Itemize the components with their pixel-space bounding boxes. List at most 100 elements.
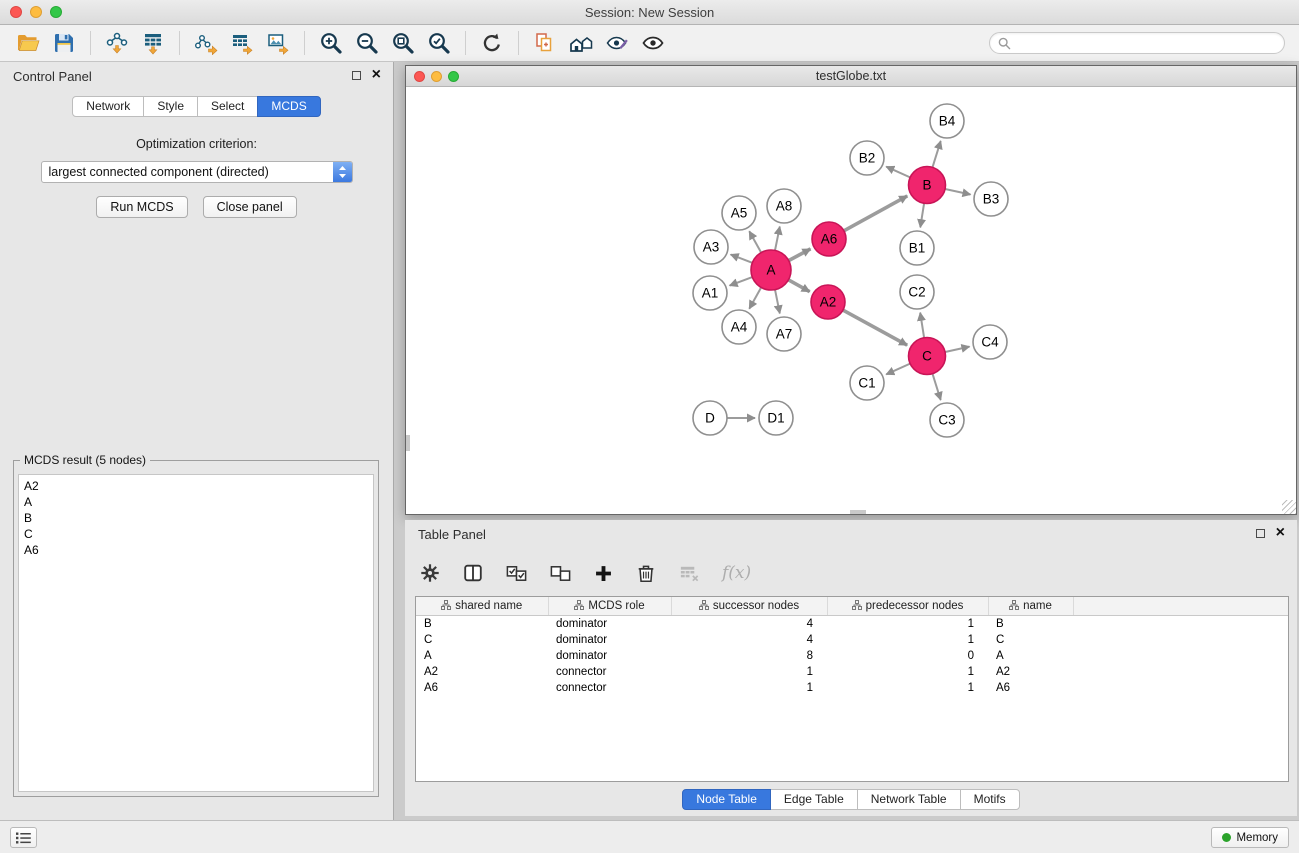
first-neighbors-button[interactable]	[563, 28, 599, 58]
function-builder-button[interactable]: f(x)	[722, 563, 751, 583]
delete-columns-button[interactable]	[635, 562, 657, 584]
cell-predecessor-nodes[interactable]: 1	[827, 615, 988, 632]
node-C3[interactable]: C3	[930, 403, 964, 437]
table-row[interactable]: Adominator80A	[416, 648, 1288, 664]
zoom-in-button[interactable]	[313, 28, 349, 58]
edge-B-B2[interactable]	[886, 167, 910, 178]
new-network-from-selection-button[interactable]	[527, 28, 563, 58]
cell-name[interactable]: C	[988, 632, 1073, 648]
close-table-panel-icon[interactable]: ×	[1276, 527, 1285, 539]
zoom-network-window-button[interactable]	[448, 71, 459, 82]
cell-mcds-role[interactable]: connector	[548, 680, 671, 696]
run-mcds-button[interactable]: Run MCDS	[96, 196, 187, 218]
edge-C-C3[interactable]	[933, 374, 941, 400]
table-tab-edge-table[interactable]: Edge Table	[770, 789, 858, 810]
table-row[interactable]: Bdominator41B	[416, 615, 1288, 632]
control-tab-mcds[interactable]: MCDS	[257, 96, 320, 117]
column-header-mcds-role[interactable]: MCDS role	[548, 597, 671, 615]
column-header-shared-name[interactable]: shared name	[416, 597, 548, 615]
resize-corner[interactable]	[1282, 500, 1296, 514]
import-table-button[interactable]	[135, 28, 171, 58]
edge-A-A7[interactable]	[775, 290, 780, 314]
cell-mcds-role[interactable]: dominator	[548, 615, 671, 632]
column-header-predecessor-nodes[interactable]: predecessor nodes	[827, 597, 988, 615]
float-panel-icon[interactable]	[352, 71, 361, 80]
export-table-button[interactable]	[224, 28, 260, 58]
mcds-result-item[interactable]: B	[19, 510, 373, 526]
table-tab-network-table[interactable]: Network Table	[857, 789, 961, 810]
zoom-fit-button[interactable]	[385, 28, 421, 58]
cell-name[interactable]: A6	[988, 680, 1073, 696]
mcds-result-item[interactable]: C	[19, 526, 373, 542]
panel-toggle-button[interactable]	[10, 827, 37, 848]
cell-shared-name[interactable]: A	[416, 648, 548, 664]
table-tab-node-table[interactable]: Node Table	[682, 789, 771, 810]
node-D1[interactable]: D1	[759, 401, 793, 435]
column-header-successor-nodes[interactable]: successor nodes	[671, 597, 827, 615]
edge-A2-C[interactable]	[843, 310, 907, 345]
import-network-button[interactable]	[99, 28, 135, 58]
memory-button[interactable]: Memory	[1211, 827, 1289, 848]
cell-mcds-role[interactable]: dominator	[548, 632, 671, 648]
control-tab-style[interactable]: Style	[143, 96, 198, 117]
zoom-window-button[interactable]	[50, 6, 62, 18]
edge-A-A6[interactable]	[789, 249, 811, 261]
node-A8[interactable]: A8	[767, 189, 801, 223]
mcds-result-item[interactable]: A2	[19, 475, 373, 494]
cell-predecessor-nodes[interactable]: 1	[827, 632, 988, 648]
close-panel-button[interactable]: Close panel	[203, 196, 297, 218]
table-row[interactable]: Cdominator41C	[416, 632, 1288, 648]
add-column-button[interactable]	[593, 563, 614, 584]
edge-A-A5[interactable]	[749, 231, 761, 252]
network-graph[interactable]: B4B2BB3A5A8A6A3AB1A1A2C2A4A7C4CC1C3DD1	[406, 87, 1296, 513]
mcds-result-item[interactable]: A6	[19, 542, 373, 558]
search-input[interactable]	[1016, 36, 1276, 50]
edge-C-C2[interactable]	[920, 313, 924, 338]
apply-layout-button[interactable]	[474, 28, 510, 58]
network-canvas[interactable]: B4B2BB3A5A8A6A3AB1A1A2C2A4A7C4CC1C3DD1	[406, 87, 1296, 514]
open-session-button[interactable]	[10, 28, 46, 58]
node-C[interactable]: C	[909, 338, 946, 375]
cell-successor-nodes[interactable]: 8	[671, 648, 827, 664]
node-B3[interactable]: B3	[974, 182, 1008, 216]
cell-shared-name[interactable]: A6	[416, 680, 548, 696]
node-A6[interactable]: A6	[812, 222, 846, 256]
table-settings-button[interactable]	[419, 562, 441, 584]
node-A2[interactable]: A2	[811, 285, 845, 319]
select-all-button[interactable]	[505, 562, 528, 585]
edge-B-B4[interactable]	[933, 141, 941, 167]
cell-name[interactable]: A2	[988, 664, 1073, 680]
node-A[interactable]: A	[751, 250, 791, 290]
node-B1[interactable]: B1	[900, 231, 934, 265]
minimize-network-window-button[interactable]	[431, 71, 442, 82]
hide-selected-button[interactable]	[599, 28, 635, 58]
control-tab-select[interactable]: Select	[197, 96, 258, 117]
node-A7[interactable]: A7	[767, 317, 801, 351]
zoom-out-button[interactable]	[349, 28, 385, 58]
node-A5[interactable]: A5	[722, 196, 756, 230]
close-network-window-button[interactable]	[414, 71, 425, 82]
cell-predecessor-nodes[interactable]: 0	[827, 648, 988, 664]
cell-shared-name[interactable]: A2	[416, 664, 548, 680]
node-D[interactable]: D	[693, 401, 727, 435]
cell-mcds-role[interactable]: connector	[548, 664, 671, 680]
cell-mcds-role[interactable]: dominator	[548, 648, 671, 664]
node-A4[interactable]: A4	[722, 310, 756, 344]
save-session-button[interactable]	[46, 28, 82, 58]
optimization-criterion-select[interactable]: largest connected component (directed)	[41, 161, 353, 183]
column-header-name[interactable]: name	[988, 597, 1073, 615]
cell-successor-nodes[interactable]: 1	[671, 680, 827, 696]
cell-name[interactable]: B	[988, 615, 1073, 632]
edge-A-A3[interactable]	[731, 255, 753, 263]
edge-C-C4[interactable]	[945, 347, 969, 352]
cell-shared-name[interactable]: B	[416, 615, 548, 632]
table-tab-motifs[interactable]: Motifs	[960, 789, 1020, 810]
edge-A-A1[interactable]	[730, 277, 753, 286]
search-box[interactable]	[989, 32, 1285, 54]
close-window-button[interactable]	[10, 6, 22, 18]
control-tab-network[interactable]: Network	[72, 96, 144, 117]
minimize-window-button[interactable]	[30, 6, 42, 18]
edge-A-A2[interactable]	[788, 280, 809, 292]
node-B4[interactable]: B4	[930, 104, 964, 138]
zoom-selected-button[interactable]	[421, 28, 457, 58]
